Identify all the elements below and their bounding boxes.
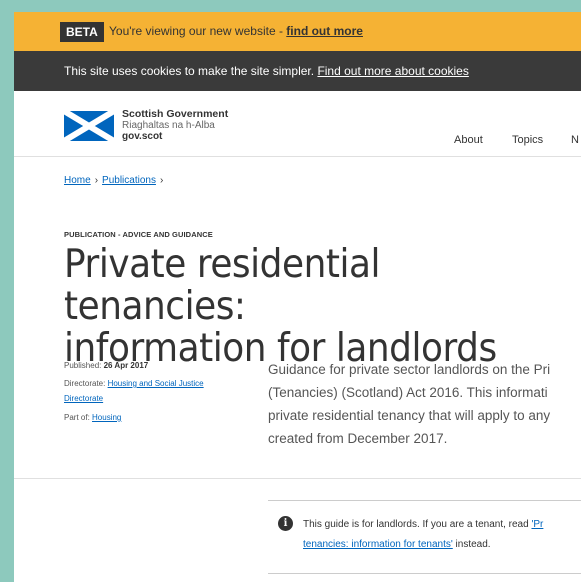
breadcrumb-separator: ›: [94, 175, 99, 186]
housing-link[interactable]: Housing: [92, 413, 121, 422]
part-of-label: Part of:: [64, 413, 93, 422]
directorate-continued: Directorate: [64, 394, 103, 403]
beta-message-text: You're viewing our new website -: [109, 24, 287, 38]
summary-line: private residential tenancy that will ap…: [268, 408, 551, 423]
browser-page: BETA You're viewing our new website - fi…: [14, 12, 581, 582]
page-title: Private residential tenancies: informati…: [64, 244, 542, 370]
logo-gaelic-title: Riaghaltas na h-Alba: [122, 120, 215, 131]
part-of: Part of: Housing: [64, 413, 121, 422]
published-label: Published:: [64, 361, 104, 370]
summary-line: created from December 2017.: [268, 431, 448, 446]
site-logo[interactable]: Scottish Government Riaghaltas na h-Alba…: [122, 108, 229, 143]
nav-about[interactable]: About: [454, 134, 483, 146]
cookie-info-link[interactable]: Find out more about cookies: [317, 64, 468, 78]
notice-line-1: This guide is for landlords. If you are …: [303, 515, 543, 535]
cookie-banner: This site uses cookies to make the site …: [14, 51, 581, 91]
logo-domain: gov.scot: [122, 131, 163, 142]
header-divider: [14, 156, 581, 157]
summary-line: (Tenancies) (Scotland) Act 2016. This in…: [268, 385, 548, 400]
tenant-guide-link[interactable]: 'Pr: [531, 519, 543, 530]
breadcrumb: Home › Publications ›: [64, 175, 167, 186]
breadcrumb-separator: ›: [159, 175, 164, 186]
notice-text: This guide is for landlords. If you are …: [303, 515, 543, 555]
beta-banner: BETA You're viewing our new website - fi…: [14, 12, 581, 51]
saltire-flag-icon[interactable]: [64, 111, 114, 141]
directorate: Directorate: Housing and Social Justice: [64, 379, 204, 388]
notice-line-2: tenancies: information for tenants' inst…: [303, 535, 543, 555]
logo-title: Scottish Government: [122, 108, 229, 120]
nav-topics[interactable]: Topics: [512, 134, 543, 146]
breadcrumb-publications-link[interactable]: Publications: [102, 175, 156, 186]
cookie-message-text: This site uses cookies to make the site …: [64, 64, 318, 78]
site-header: Scottish Government Riaghaltas na h-Alba…: [14, 92, 581, 156]
tenant-guide-link-continued[interactable]: tenancies: information for tenants': [303, 539, 453, 550]
beta-message: You're viewing our new website - find ou…: [109, 24, 363, 38]
directorate-link-continued[interactable]: Directorate: [64, 394, 103, 403]
directorate-label: Directorate:: [64, 379, 108, 388]
breadcrumb-home-link[interactable]: Home: [64, 175, 91, 186]
page-title-line-1: Private residential tenancies:: [64, 242, 381, 329]
content-divider: [14, 478, 581, 479]
publication-summary: Guidance for private sector landlords on…: [268, 358, 581, 450]
summary-line: Guidance for private sector landlords on…: [268, 362, 551, 377]
published-date: Published: 26 Apr 2017: [64, 361, 148, 370]
beta-find-out-more-link[interactable]: find out more: [286, 24, 363, 38]
nav-item-truncated[interactable]: N: [571, 134, 579, 146]
notice-text-before: This guide is for landlords. If you are …: [303, 519, 532, 530]
directorate-link[interactable]: Housing and Social Justice: [108, 379, 204, 388]
cookie-message: This site uses cookies to make the site …: [64, 64, 469, 78]
beta-badge: BETA: [60, 22, 104, 42]
tenant-notice: i This guide is for landlords. If you ar…: [268, 500, 581, 574]
published-value: 26 Apr 2017: [103, 361, 149, 370]
notice-text-after: instead.: [452, 539, 491, 550]
info-icon: i: [278, 516, 293, 531]
publication-type: PUBLICATION - ADVICE AND GUIDANCE: [64, 230, 213, 239]
